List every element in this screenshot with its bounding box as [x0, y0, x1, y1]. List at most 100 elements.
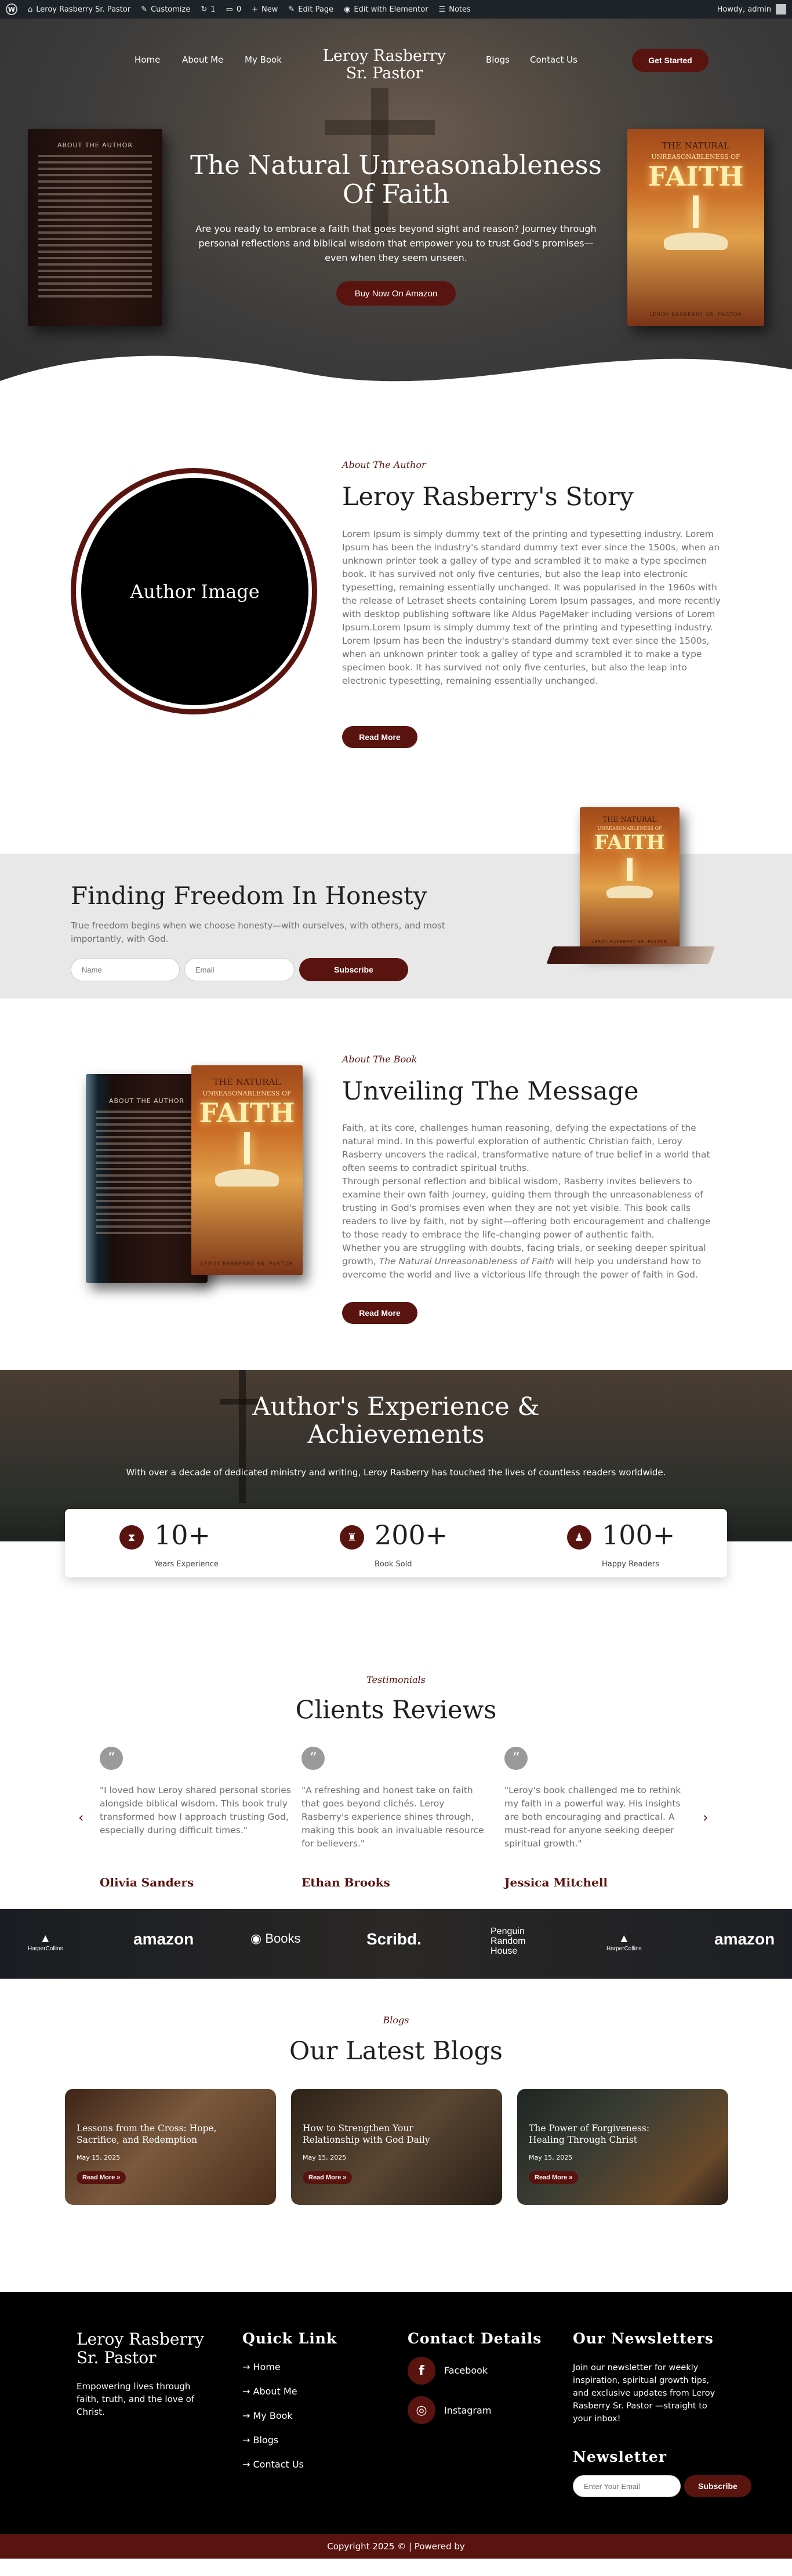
admin-updates[interactable]: ↻ 1	[201, 5, 215, 14]
book-front-author: LEROY RASBERRY SR. PASTOR	[649, 312, 742, 318]
admin-comments[interactable]: ▭ 0	[226, 5, 242, 14]
open-book-icon	[664, 233, 728, 250]
message-book-subtitle: UNREASONABLENESS OF	[202, 1090, 292, 1097]
get-started-button[interactable]: Get Started	[632, 49, 709, 72]
logo-books-text: Books	[265, 1931, 301, 1946]
instagram-link[interactable]: Instagram	[444, 2405, 491, 2416]
message-book-back: ABOUT THE AUTHOR	[86, 1074, 208, 1283]
message-read-more-button[interactable]: Read More	[342, 1302, 417, 1324]
footer-link-about-label: About Me	[253, 2386, 297, 2397]
arrow-right-icon: →	[242, 2410, 250, 2421]
comment-icon: ▭	[226, 5, 233, 14]
wp-logo[interactable]: W	[6, 3, 17, 15]
freedom-text: True freedom begins when we choose hones…	[71, 920, 445, 944]
testimonials-eyebrow: Testimonials	[366, 1674, 426, 1685]
admin-edit-page[interactable]: ✎ Edit Page	[288, 5, 333, 14]
blog-card[interactable]: The Power of Forgiveness: Healing Throug…	[517, 2089, 728, 2205]
message-book-author: LEROY RASBERRY SR. PASTOR	[201, 1261, 293, 1267]
about-section: Author Image About The Author Leroy Rasb…	[0, 401, 792, 807]
blog-card[interactable]: Lessons from the Cross: Hope, Sacrifice,…	[65, 2089, 276, 2205]
site-logo[interactable]: Leroy Rasberry Sr. Pastor	[318, 48, 451, 82]
admin-account[interactable]: Howdy, admin	[717, 4, 786, 14]
subscribe-button[interactable]: Subscribe	[299, 958, 408, 981]
chevron-left-icon[interactable]: ‹	[78, 1809, 84, 1826]
chevron-right-icon[interactable]: ›	[703, 1809, 709, 1826]
footer-link-about[interactable]: → About Me	[242, 2386, 297, 2397]
facebook-icon[interactable]: f	[408, 2357, 435, 2385]
arrow-right-icon: →	[242, 2434, 250, 2446]
email-input[interactable]	[184, 958, 295, 981]
testimonial-card: “ "I loved how Leroy shared personal sto…	[100, 1747, 291, 1889]
admin-edit-elementor[interactable]: ◉ Edit with Elementor	[344, 5, 428, 14]
footer-email-input[interactable]	[573, 2475, 681, 2497]
admin-site-link[interactable]: ⌂ Leroy Rasberry Sr. Pastor	[28, 5, 130, 14]
nav-home[interactable]: Home	[135, 55, 160, 65]
name-input[interactable]	[71, 958, 180, 981]
footer-subscribe-button[interactable]: Subscribe	[684, 2475, 751, 2497]
admin-edit-elementor-label: Edit with Elementor	[354, 5, 428, 14]
about-read-more-button[interactable]: Read More	[342, 726, 417, 748]
refresh-icon: ↻	[201, 5, 208, 14]
newsletter-title: Our Newsletters	[573, 2330, 714, 2347]
instagram-icon[interactable]: ◎	[408, 2396, 435, 2424]
footer-link-book[interactable]: → My Book	[242, 2410, 293, 2421]
glowing-cross-icon	[627, 858, 633, 881]
home-icon: ⌂	[28, 5, 33, 14]
person-icon: ♟	[567, 1525, 591, 1550]
testimonial-name: Jessica Mitchell	[504, 1875, 608, 1889]
admin-updates-count: 1	[210, 5, 216, 14]
quote-icon: “	[100, 1747, 123, 1770]
nav-about[interactable]: About Me	[182, 55, 223, 65]
facebook-link[interactable]: Facebook	[444, 2365, 488, 2376]
hero-title: The Natural Unreasonableness Of Faith	[190, 150, 602, 209]
brush-icon: ✎	[141, 5, 148, 14]
message-eyebrow: About The Book	[342, 1054, 417, 1065]
logo-harpercollins-text: HarperCollins	[28, 1946, 63, 1952]
book-front-title: THE NATURAL	[662, 140, 730, 151]
buy-amazon-button[interactable]: Buy Now On Amazon	[336, 281, 456, 306]
blog-card[interactable]: How to Strengthen Your Relationship with…	[291, 2089, 502, 2205]
blog-title[interactable]: The Power of Forgiveness: Healing Throug…	[529, 2123, 674, 2146]
footer-brand[interactable]: Leroy Rasberry Sr. Pastor	[77, 2330, 204, 2367]
footer-link-blogs-label: Blogs	[253, 2434, 279, 2446]
blog-read-more-button[interactable]: Read More »	[303, 2171, 353, 2184]
testimonials-section: Testimonials Clients Reviews ‹ “ "I love…	[0, 1619, 792, 1909]
testimonial-name: Olivia Sanders	[100, 1875, 194, 1889]
blog-title[interactable]: Lessons from the Cross: Hope, Sacrifice,…	[77, 2123, 221, 2146]
message-title: Unveiling The Message	[342, 1077, 639, 1106]
testimonial-text: "A refreshing and honest take on faith t…	[301, 1785, 484, 1849]
admin-new[interactable]: + New	[252, 5, 278, 14]
blogs-title: Our Latest Blogs	[289, 2037, 503, 2066]
message-book-title: THE NATURAL	[213, 1077, 281, 1087]
footer-link-home-label: Home	[253, 2361, 281, 2372]
testimonial-card: “ "A refreshing and honest take on faith…	[301, 1747, 493, 1889]
stat-experience-label: Years Experience	[154, 1560, 219, 1569]
message-book-back-title: ABOUT THE AUTHOR	[108, 1097, 185, 1105]
message-p3-book-title: The Natural Unreasonableness of Faith	[379, 1256, 554, 1267]
logo-books: ◉ Books	[250, 1931, 300, 1946]
admin-howdy: Howdy, admin	[717, 5, 771, 14]
nav-my-book[interactable]: My Book	[245, 55, 282, 65]
freedom-book-author: LEROY RASBERRY SR. PASTOR	[592, 939, 667, 944]
avatar	[776, 4, 786, 14]
about-title: Leroy Rasberry's Story	[342, 482, 634, 511]
notes-icon: ☰	[438, 5, 446, 14]
hourglass-icon: ⧗	[119, 1525, 144, 1550]
nav-contact[interactable]: Contact Us	[530, 55, 577, 65]
testimonial-card: “ "Leroy's book challenged me to rethink…	[504, 1747, 696, 1889]
footer-link-contact[interactable]: → Contact Us	[242, 2459, 304, 2470]
newsletter-subtitle: Newsletter	[573, 2448, 667, 2465]
admin-customize[interactable]: ✎ Customize	[141, 5, 190, 14]
arrow-right-icon: →	[242, 2459, 250, 2470]
logo-harpercollins: ▲ HarperCollins	[28, 1932, 63, 1952]
footer-link-home[interactable]: → Home	[242, 2361, 281, 2372]
pencil-icon: ✎	[288, 5, 295, 14]
blog-title[interactable]: How to Strengthen Your Relationship with…	[303, 2123, 448, 2146]
blog-date: May 15, 2025	[529, 2154, 573, 2161]
admin-notes[interactable]: ☰ Notes	[439, 5, 471, 14]
blog-read-more-button[interactable]: Read More »	[529, 2171, 579, 2184]
about-text: Lorem Ipsum is simply dummy text of the …	[342, 529, 721, 686]
footer-link-blogs[interactable]: → Blogs	[242, 2434, 278, 2446]
nav-blogs[interactable]: Blogs	[486, 55, 510, 65]
blog-read-more-button[interactable]: Read More »	[77, 2171, 126, 2184]
